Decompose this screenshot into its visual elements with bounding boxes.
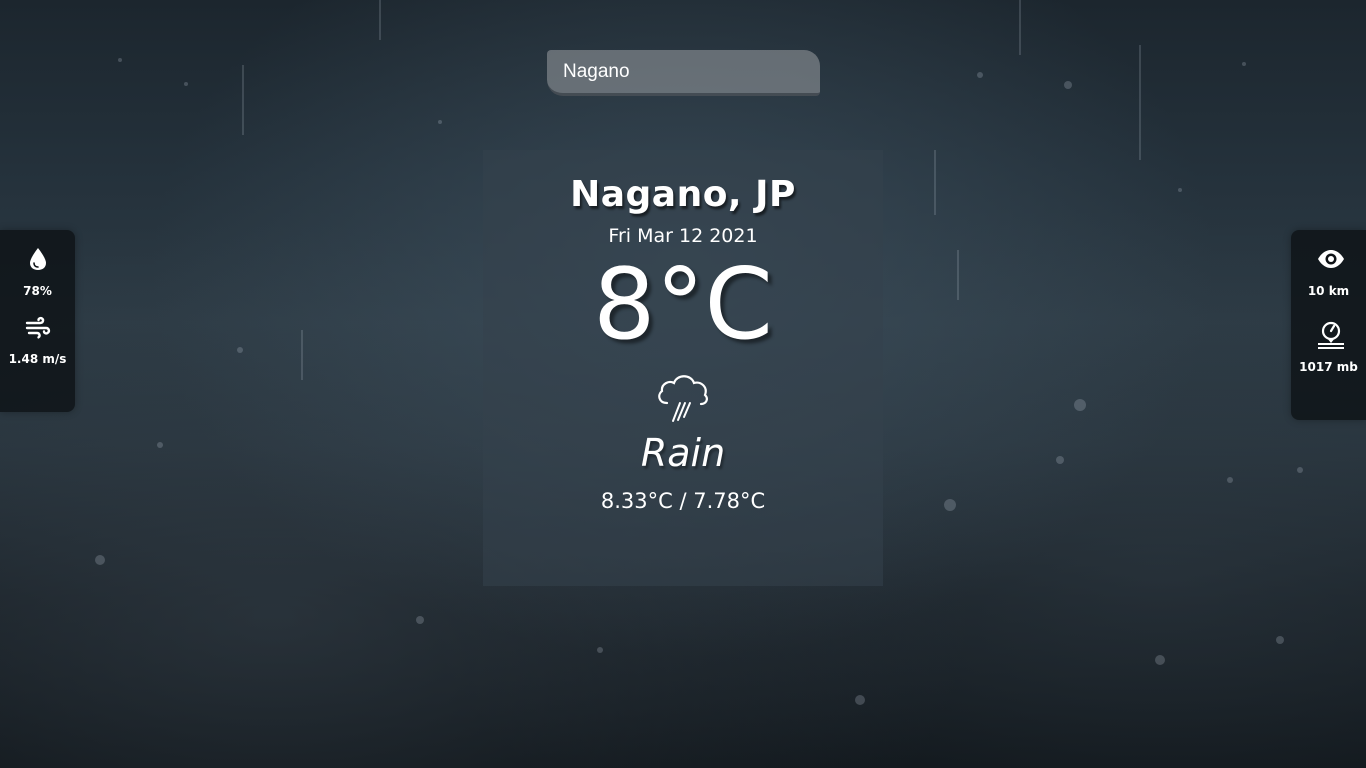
- weather-condition: Rain: [640, 431, 726, 475]
- min-max-temperature: 8.33°C / 7.78°C: [600, 489, 766, 513]
- humidity-value: 78%: [23, 284, 52, 298]
- rain-cloud-icon: [653, 369, 713, 425]
- eye-icon: [1316, 246, 1344, 272]
- left-stats-panel: 78% 1.48 m/s: [0, 230, 75, 412]
- gauge-icon: [1316, 320, 1344, 349]
- right-stats-panel: 10 km 1017 mb: [1291, 230, 1366, 420]
- droplet-icon: [25, 246, 51, 272]
- visibility-value: 10 km: [1307, 284, 1350, 298]
- weather-card: Nagano, JP Fri Mar 12 2021 8°C Rain 8.33…: [483, 150, 883, 586]
- current-temperature: 8°C: [593, 248, 773, 362]
- location-title: Nagano, JP: [570, 174, 796, 215]
- pressure-value: 1017 mb: [1299, 360, 1358, 374]
- city-search-input[interactable]: [561, 59, 806, 84]
- city-search-box[interactable]: [547, 50, 820, 96]
- current-date: Fri Mar 12 2021: [608, 225, 758, 247]
- wind-speed-value: 1.48 m/s: [8, 352, 67, 366]
- wind-icon: [25, 314, 51, 340]
